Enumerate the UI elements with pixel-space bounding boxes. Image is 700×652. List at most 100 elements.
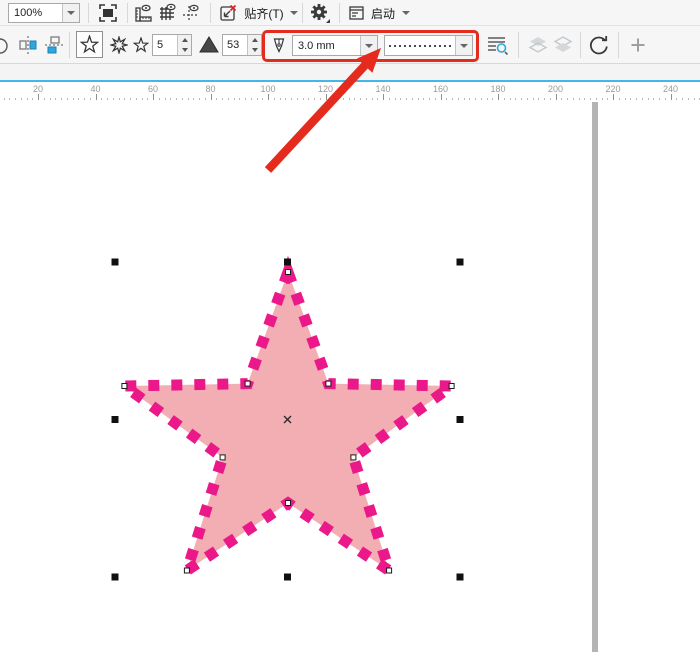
star-tool-icon	[80, 35, 99, 54]
ruler-label: 140	[375, 84, 391, 94]
ruler-label: 20	[32, 84, 44, 94]
chevron-down-icon	[67, 11, 75, 15]
ruler-minor-tick	[55, 98, 57, 100]
order-back-icon	[553, 36, 573, 52]
down-arrow-icon	[251, 48, 258, 52]
ruler-label: 240	[662, 84, 679, 94]
toolbar-separator	[210, 3, 211, 23]
ruler-minor-tick	[676, 98, 678, 100]
ruler-minor-tick	[256, 98, 258, 100]
sharpness-input[interactable]	[223, 35, 247, 55]
horizontal-ruler[interactable]: 20 40 60 80 100 120 140 160 180 200 220 240	[0, 82, 700, 102]
ruler-major-tick	[613, 94, 614, 100]
ruler-minor-tick	[233, 98, 235, 100]
ruler-minor-tick	[377, 98, 379, 100]
ruler-minor-tick	[314, 98, 315, 100]
ruler-label: 200	[547, 84, 564, 94]
ruler-minor-tick	[653, 98, 655, 100]
ruler-minor-tick	[630, 98, 632, 100]
ruler-minor-tick	[176, 98, 177, 100]
star-tool-button[interactable]	[76, 31, 103, 58]
ruler-minor-tick	[49, 98, 51, 100]
points-down-button[interactable]	[178, 45, 191, 55]
order-to-front-button[interactable]	[526, 33, 550, 57]
ruler-minor-tick	[26, 98, 28, 100]
zoom-dropdown-button[interactable]	[62, 4, 79, 22]
ruler-minor-tick	[457, 98, 459, 100]
points-input[interactable]	[153, 35, 177, 55]
show-rulers-button[interactable]	[131, 1, 155, 25]
add-toolbar-item-button[interactable]	[626, 33, 650, 57]
ruler-minor-tick	[181, 98, 183, 100]
ruler-minor-tick	[331, 98, 333, 100]
ruler-minor-tick	[285, 98, 287, 100]
zoom-level-combobox[interactable]: 100%	[8, 3, 80, 23]
convert-to-curves-button[interactable]	[586, 33, 612, 57]
ruler-label: 60	[147, 84, 159, 94]
chevron-down-icon	[289, 11, 298, 15]
ruler-minor-tick	[158, 98, 160, 100]
ruler-minor-tick	[480, 98, 482, 100]
snap-off-button[interactable]	[216, 1, 240, 25]
mirror-horizontal-button[interactable]	[16, 33, 40, 57]
ruler-minor-tick	[354, 98, 356, 100]
ruler-minor-tick	[618, 98, 620, 100]
zoom-level-value: 100%	[9, 4, 62, 22]
show-grid-button[interactable]	[155, 1, 179, 25]
points-up-button[interactable]	[178, 35, 191, 45]
ruler-minor-tick	[337, 98, 338, 100]
show-guidelines-button[interactable]	[179, 1, 203, 25]
ruler-spacer	[0, 64, 700, 80]
ruler-minor-tick	[693, 98, 695, 100]
ruler-minor-tick	[118, 98, 120, 100]
ruler-minor-tick	[463, 98, 465, 100]
launch-dropdown[interactable]: 启动	[344, 1, 414, 25]
complex-star-button[interactable]	[107, 33, 131, 57]
ruler-minor-tick	[308, 98, 310, 100]
ruler-minor-tick	[141, 98, 143, 100]
ruler-minor-tick	[20, 98, 22, 100]
down-arrow-icon	[181, 48, 188, 52]
sharpness-down-button[interactable]	[248, 45, 261, 55]
ruler-major-tick	[38, 94, 39, 100]
wrap-text-button[interactable]	[484, 33, 510, 57]
ruler-minor-tick	[245, 98, 246, 100]
convert-rotate-icon	[589, 36, 608, 55]
ruler-minor-tick	[509, 98, 511, 100]
ruler-major-tick	[268, 94, 269, 100]
toolbar-separator	[69, 32, 70, 58]
options-button[interactable]	[307, 1, 333, 25]
fullscreen-preview-button[interactable]	[96, 1, 120, 25]
ruler-minor-tick	[199, 98, 200, 100]
page-edge-line	[592, 100, 598, 652]
show-grid-icon	[160, 3, 176, 20]
toolbar-separator	[88, 3, 89, 23]
ruler-minor-tick	[475, 98, 476, 100]
sharpness-spinner[interactable]	[222, 34, 262, 56]
sharpness-icon	[199, 36, 219, 53]
snap-off-icon	[220, 4, 237, 21]
ruler-minor-tick	[641, 98, 643, 100]
ruler-minor-tick	[170, 98, 172, 100]
mirror-vertical-button[interactable]	[42, 33, 66, 57]
ruler-minor-tick	[532, 98, 534, 100]
sharpness-up-button[interactable]	[248, 35, 261, 45]
points-count-icon	[133, 37, 149, 53]
ruler-minor-tick	[578, 98, 580, 100]
mirror-horizontal-icon	[19, 36, 37, 54]
snap-dropdown[interactable]: 贴齐(T)	[242, 1, 300, 25]
order-to-back-button[interactable]	[551, 33, 575, 57]
ruler-minor-tick	[590, 98, 591, 100]
show-guidelines-icon	[183, 4, 199, 21]
ruler-minor-tick	[687, 98, 689, 100]
ruler-minor-tick	[222, 98, 223, 100]
ruler-minor-tick	[469, 98, 471, 100]
points-spinner[interactable]	[152, 34, 192, 56]
ruler-minor-tick	[72, 98, 74, 100]
ruler-label: 120	[317, 84, 334, 94]
ruler-minor-tick	[492, 98, 494, 100]
ruler-major-tick	[440, 94, 442, 100]
ruler-label: 80	[205, 84, 216, 94]
ruler-minor-tick	[417, 98, 419, 100]
ruler-minor-tick	[434, 98, 436, 100]
